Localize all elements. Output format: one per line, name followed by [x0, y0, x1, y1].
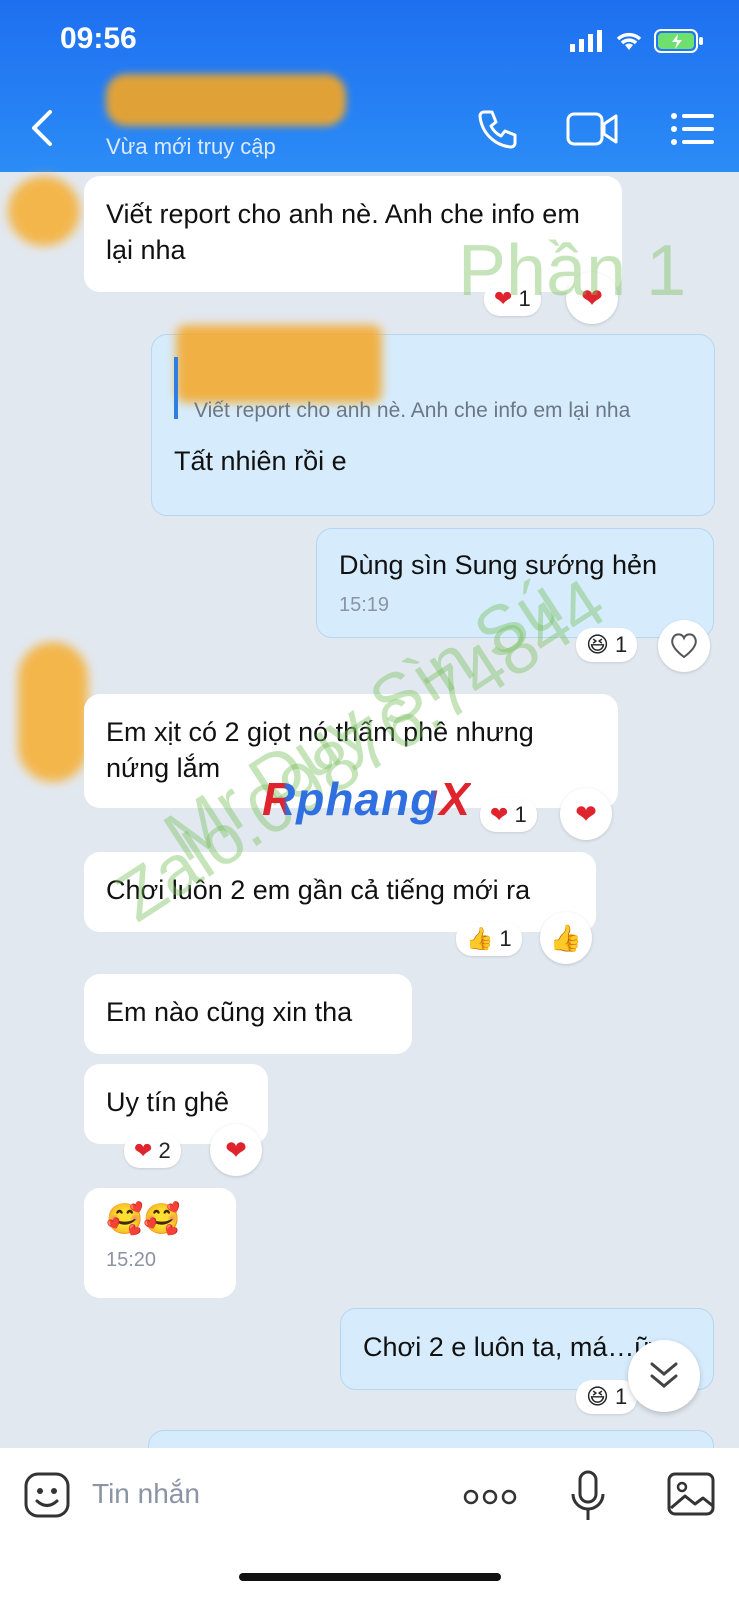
video-icon	[566, 112, 618, 146]
reaction-count: 1	[614, 632, 628, 657]
menu-icon	[671, 113, 714, 145]
reaction-count: 1	[614, 1384, 628, 1409]
chevrons-down-icon	[650, 1362, 678, 1388]
thumbs-up-icon: 👍	[466, 926, 494, 951]
avatar-redacted[interactable]	[8, 176, 80, 246]
message-time: 15:20	[106, 1249, 157, 1271]
reaction-count: 1	[514, 802, 527, 827]
status-time: 09:56	[60, 22, 137, 55]
message-text: Em nào cũng xin tha	[106, 997, 353, 1027]
sticker-icon	[24, 1472, 70, 1518]
message-text: Uy tín ghê	[106, 1087, 230, 1117]
watermark-logo: RphangX	[262, 773, 471, 825]
heart-outline-icon	[671, 633, 697, 659]
avatar-redacted[interactable]	[18, 642, 88, 782]
call-button[interactable]	[472, 104, 522, 154]
react-button[interactable]: ❤	[210, 1124, 262, 1176]
more-icon	[463, 1489, 517, 1505]
react-button[interactable]: ❤	[560, 788, 612, 840]
thumbs-up-icon: 👍	[549, 922, 583, 953]
reaction-summary[interactable]: ❤ 1	[480, 798, 537, 832]
reaction-summary[interactable]: ❤ 2	[124, 1134, 181, 1168]
contact-status: Vừa mới truy cập	[106, 134, 276, 159]
home-indicator[interactable]	[239, 1573, 501, 1581]
heart-icon: ❤	[225, 1134, 247, 1165]
react-button[interactable]	[658, 620, 710, 672]
watermark-part: Phần 1	[458, 231, 687, 311]
video-call-button[interactable]	[566, 104, 618, 154]
image-icon	[667, 1472, 715, 1516]
message-input[interactable]: Tin nhắn	[92, 1478, 200, 1510]
back-icon	[32, 110, 52, 146]
mic-icon	[571, 1470, 605, 1520]
message-text: Tất nhiên rồi e	[174, 446, 347, 476]
react-button[interactable]: 👍	[540, 912, 592, 964]
phone-icon	[478, 110, 517, 149]
battery-icon	[654, 29, 703, 53]
quote-author-redacted	[176, 325, 382, 403]
reaction-summary[interactable]: 😆 1	[576, 1380, 638, 1414]
reaction-summary[interactable]: 👍 1	[456, 922, 522, 956]
message-incoming[interactable]: 🥰🥰 15:20	[84, 1188, 236, 1298]
chat-menu-button[interactable]	[670, 104, 720, 154]
contact-name-redacted[interactable]	[106, 74, 346, 126]
message-emoji: 🥰🥰	[106, 1203, 181, 1236]
more-button[interactable]	[462, 1482, 518, 1512]
reaction-count: 2	[158, 1138, 171, 1163]
signal-icon	[570, 30, 602, 52]
image-button[interactable]	[666, 1470, 716, 1518]
back-button[interactable]	[22, 100, 62, 156]
laugh-icon: 😆	[586, 1384, 609, 1409]
wifi-icon	[616, 32, 642, 50]
status-icons	[570, 26, 704, 56]
sticker-button[interactable]	[22, 1470, 72, 1520]
heart-icon: ❤	[490, 802, 509, 827]
heart-icon: ❤	[134, 1138, 153, 1163]
quote-bar	[174, 357, 178, 419]
heart-icon: ❤	[575, 798, 597, 829]
message-outgoing-reply[interactable]: Viết report cho anh nè. Anh che info em …	[151, 325, 715, 516]
scroll-to-bottom-button[interactable]	[628, 1340, 700, 1412]
message-incoming[interactable]: Em nào cũng xin tha	[84, 974, 412, 1054]
reaction-count: 1	[499, 926, 512, 951]
voice-button[interactable]	[568, 1468, 608, 1524]
quoted-message[interactable]: Viết report cho anh nè. Anh che info em …	[194, 393, 630, 429]
